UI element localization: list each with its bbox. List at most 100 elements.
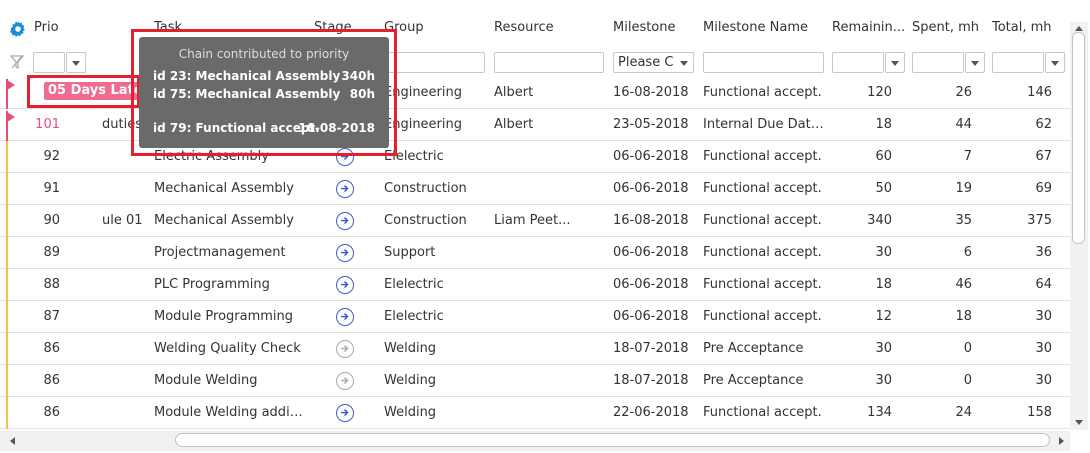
task-cell: Module Programming [154, 309, 294, 324]
spent-cell: 44 [955, 117, 972, 132]
milestone-cell: 06-06-2018 [613, 245, 689, 260]
remaining-cell: 134 [867, 405, 892, 420]
milestone-cell: 16-08-2018 [613, 213, 689, 228]
spent-cell: 19 [955, 181, 972, 196]
milestone-name-cell: Pre Acceptance [703, 373, 804, 388]
table-row[interactable]: 88 PLC Programming Elelectric 06-06-2018… [0, 269, 1070, 301]
spent-cell: 24 [955, 405, 972, 420]
arrow-right-icon[interactable] [336, 404, 354, 422]
milestone-name-cell: Functional accept. [703, 85, 822, 100]
arrow-right-icon[interactable] [336, 244, 354, 262]
column-header-group[interactable]: Group [384, 19, 474, 37]
total-cell: 375 [1027, 213, 1052, 228]
filter-clear-icon[interactable] [10, 54, 24, 70]
table-row[interactable]: 87 Module Programming Elelectric 06-06-2… [0, 301, 1070, 333]
total-cell: 30 [1035, 373, 1052, 388]
milestone-name-cell: Functional accept. [703, 213, 822, 228]
arrow-right-icon[interactable] [336, 180, 354, 198]
resource-filter-input[interactable] [494, 52, 604, 73]
remaining-cell: 120 [867, 85, 892, 100]
spent-cell: 26 [955, 85, 972, 100]
spent-filter-input[interactable] [912, 52, 964, 73]
scroll-down-icon[interactable] [1075, 420, 1083, 425]
spent-filter-dropdown[interactable] [965, 52, 985, 73]
arrow-right-icon[interactable] [336, 212, 354, 230]
table-row[interactable]: 86 Module Welding additi... Welding 22-0… [0, 397, 1070, 429]
spent-cell: 7 [963, 149, 972, 164]
remaining-cell: 18 [875, 117, 892, 132]
task-cell: Module Welding additi... [154, 405, 306, 420]
horizontal-scroll-thumb[interactable] [175, 433, 1050, 447]
scroll-up-icon[interactable] [1075, 26, 1083, 31]
priority-bar [6, 141, 8, 173]
column-header-total[interactable]: Total, mh [992, 19, 1068, 37]
total-cell: 62 [1035, 117, 1052, 132]
group-cell: Construction [384, 213, 467, 228]
prio-cell: 92 [43, 149, 60, 164]
milestone-cell: 06-06-2018 [613, 309, 689, 324]
table-row[interactable]: 91 Mechanical Assembly Construction 06-0… [0, 173, 1070, 205]
spent-cell: 0 [963, 373, 972, 388]
remaining-cell: 50 [875, 181, 892, 196]
spent-cell: 46 [955, 277, 972, 292]
column-header-milestone[interactable]: Milestone [613, 19, 693, 37]
milestone-name-cell: Functional accept. [703, 309, 822, 324]
priority-chain-tooltip: Chain contributed to priority id 23: Mec… [139, 37, 389, 148]
arrow-right-icon[interactable] [336, 308, 354, 326]
column-header-resource[interactable]: Resource [494, 19, 594, 37]
table-row[interactable]: 86 Welding Quality Check Welding 18-07-2… [0, 333, 1070, 365]
tooltip-line-label: id 23: Mechanical Assembly [153, 69, 341, 83]
total-cell: 36 [1035, 245, 1052, 260]
group-cell: Engineering [384, 117, 462, 132]
remaining-cell: 30 [875, 373, 892, 388]
prio-cell: 90 [43, 213, 60, 228]
milestone-filter-select[interactable]: Please C [613, 52, 694, 73]
prio-cell: 86 [43, 341, 60, 356]
milestone-cell: 06-06-2018 [613, 149, 689, 164]
priority-bar [6, 269, 8, 301]
column-header-spent[interactable]: Spent, mh [912, 19, 988, 37]
group-cell: Elelectric [384, 277, 444, 292]
total-filter-dropdown[interactable] [1045, 52, 1065, 73]
table-row[interactable]: 89 Projectmanagement Support 06-06-2018 … [0, 237, 1070, 269]
total-cell: 146 [1027, 85, 1052, 100]
gear-icon[interactable] [10, 21, 26, 37]
scroll-left-icon[interactable] [10, 437, 15, 445]
total-filter-input[interactable] [992, 52, 1044, 73]
priority-bar [6, 301, 8, 333]
resource-cell: Albert [494, 117, 534, 132]
arrow-right-icon[interactable] [336, 372, 354, 390]
column-header-milestone-name[interactable]: Milestone Name [703, 19, 828, 37]
column-header-prio[interactable]: Prio [34, 19, 94, 37]
remaining-filter-dropdown[interactable] [885, 52, 905, 73]
spent-cell: 0 [963, 341, 972, 356]
milestone-name-cell: Functional accept. [703, 149, 822, 164]
milestone-cell: 18-07-2018 [613, 373, 689, 388]
milestone-cell: 22-06-2018 [613, 405, 689, 420]
arrow-right-icon[interactable] [336, 340, 354, 358]
prio-cell: 91 [43, 181, 60, 196]
task-cell: Mechanical Assembly [154, 213, 294, 228]
table-row[interactable]: 90 ule 01 Mechanical Assembly Constructi… [0, 205, 1070, 237]
table-row[interactable]: 86 Module Welding Welding 18-07-2018 Pre… [0, 365, 1070, 397]
group-filter-input[interactable] [384, 52, 485, 73]
arrow-right-icon[interactable] [336, 276, 354, 294]
vertical-scroll-thumb[interactable] [1072, 32, 1085, 244]
column-header-remaining[interactable]: Remainin... [832, 19, 908, 37]
milestone-name-cell: Functional accept. [703, 181, 822, 196]
prio-filter-dropdown[interactable] [66, 52, 86, 73]
prio-filter-input[interactable] [33, 52, 65, 73]
group-cell: Engineering [384, 85, 462, 100]
priority-flag-icon [7, 112, 15, 122]
milestone-name-filter-input[interactable] [703, 52, 824, 73]
milestone-cell: 06-06-2018 [613, 181, 689, 196]
spent-cell: 18 [955, 309, 972, 324]
total-cell: 158 [1027, 405, 1052, 420]
scroll-right-icon[interactable] [1059, 437, 1064, 445]
highlight-box [27, 75, 140, 108]
priority-flag-icon [7, 80, 15, 90]
milestone-cell: 18-07-2018 [613, 341, 689, 356]
priority-bar [6, 333, 8, 365]
total-cell: 67 [1035, 149, 1052, 164]
remaining-filter-input[interactable] [832, 52, 884, 73]
